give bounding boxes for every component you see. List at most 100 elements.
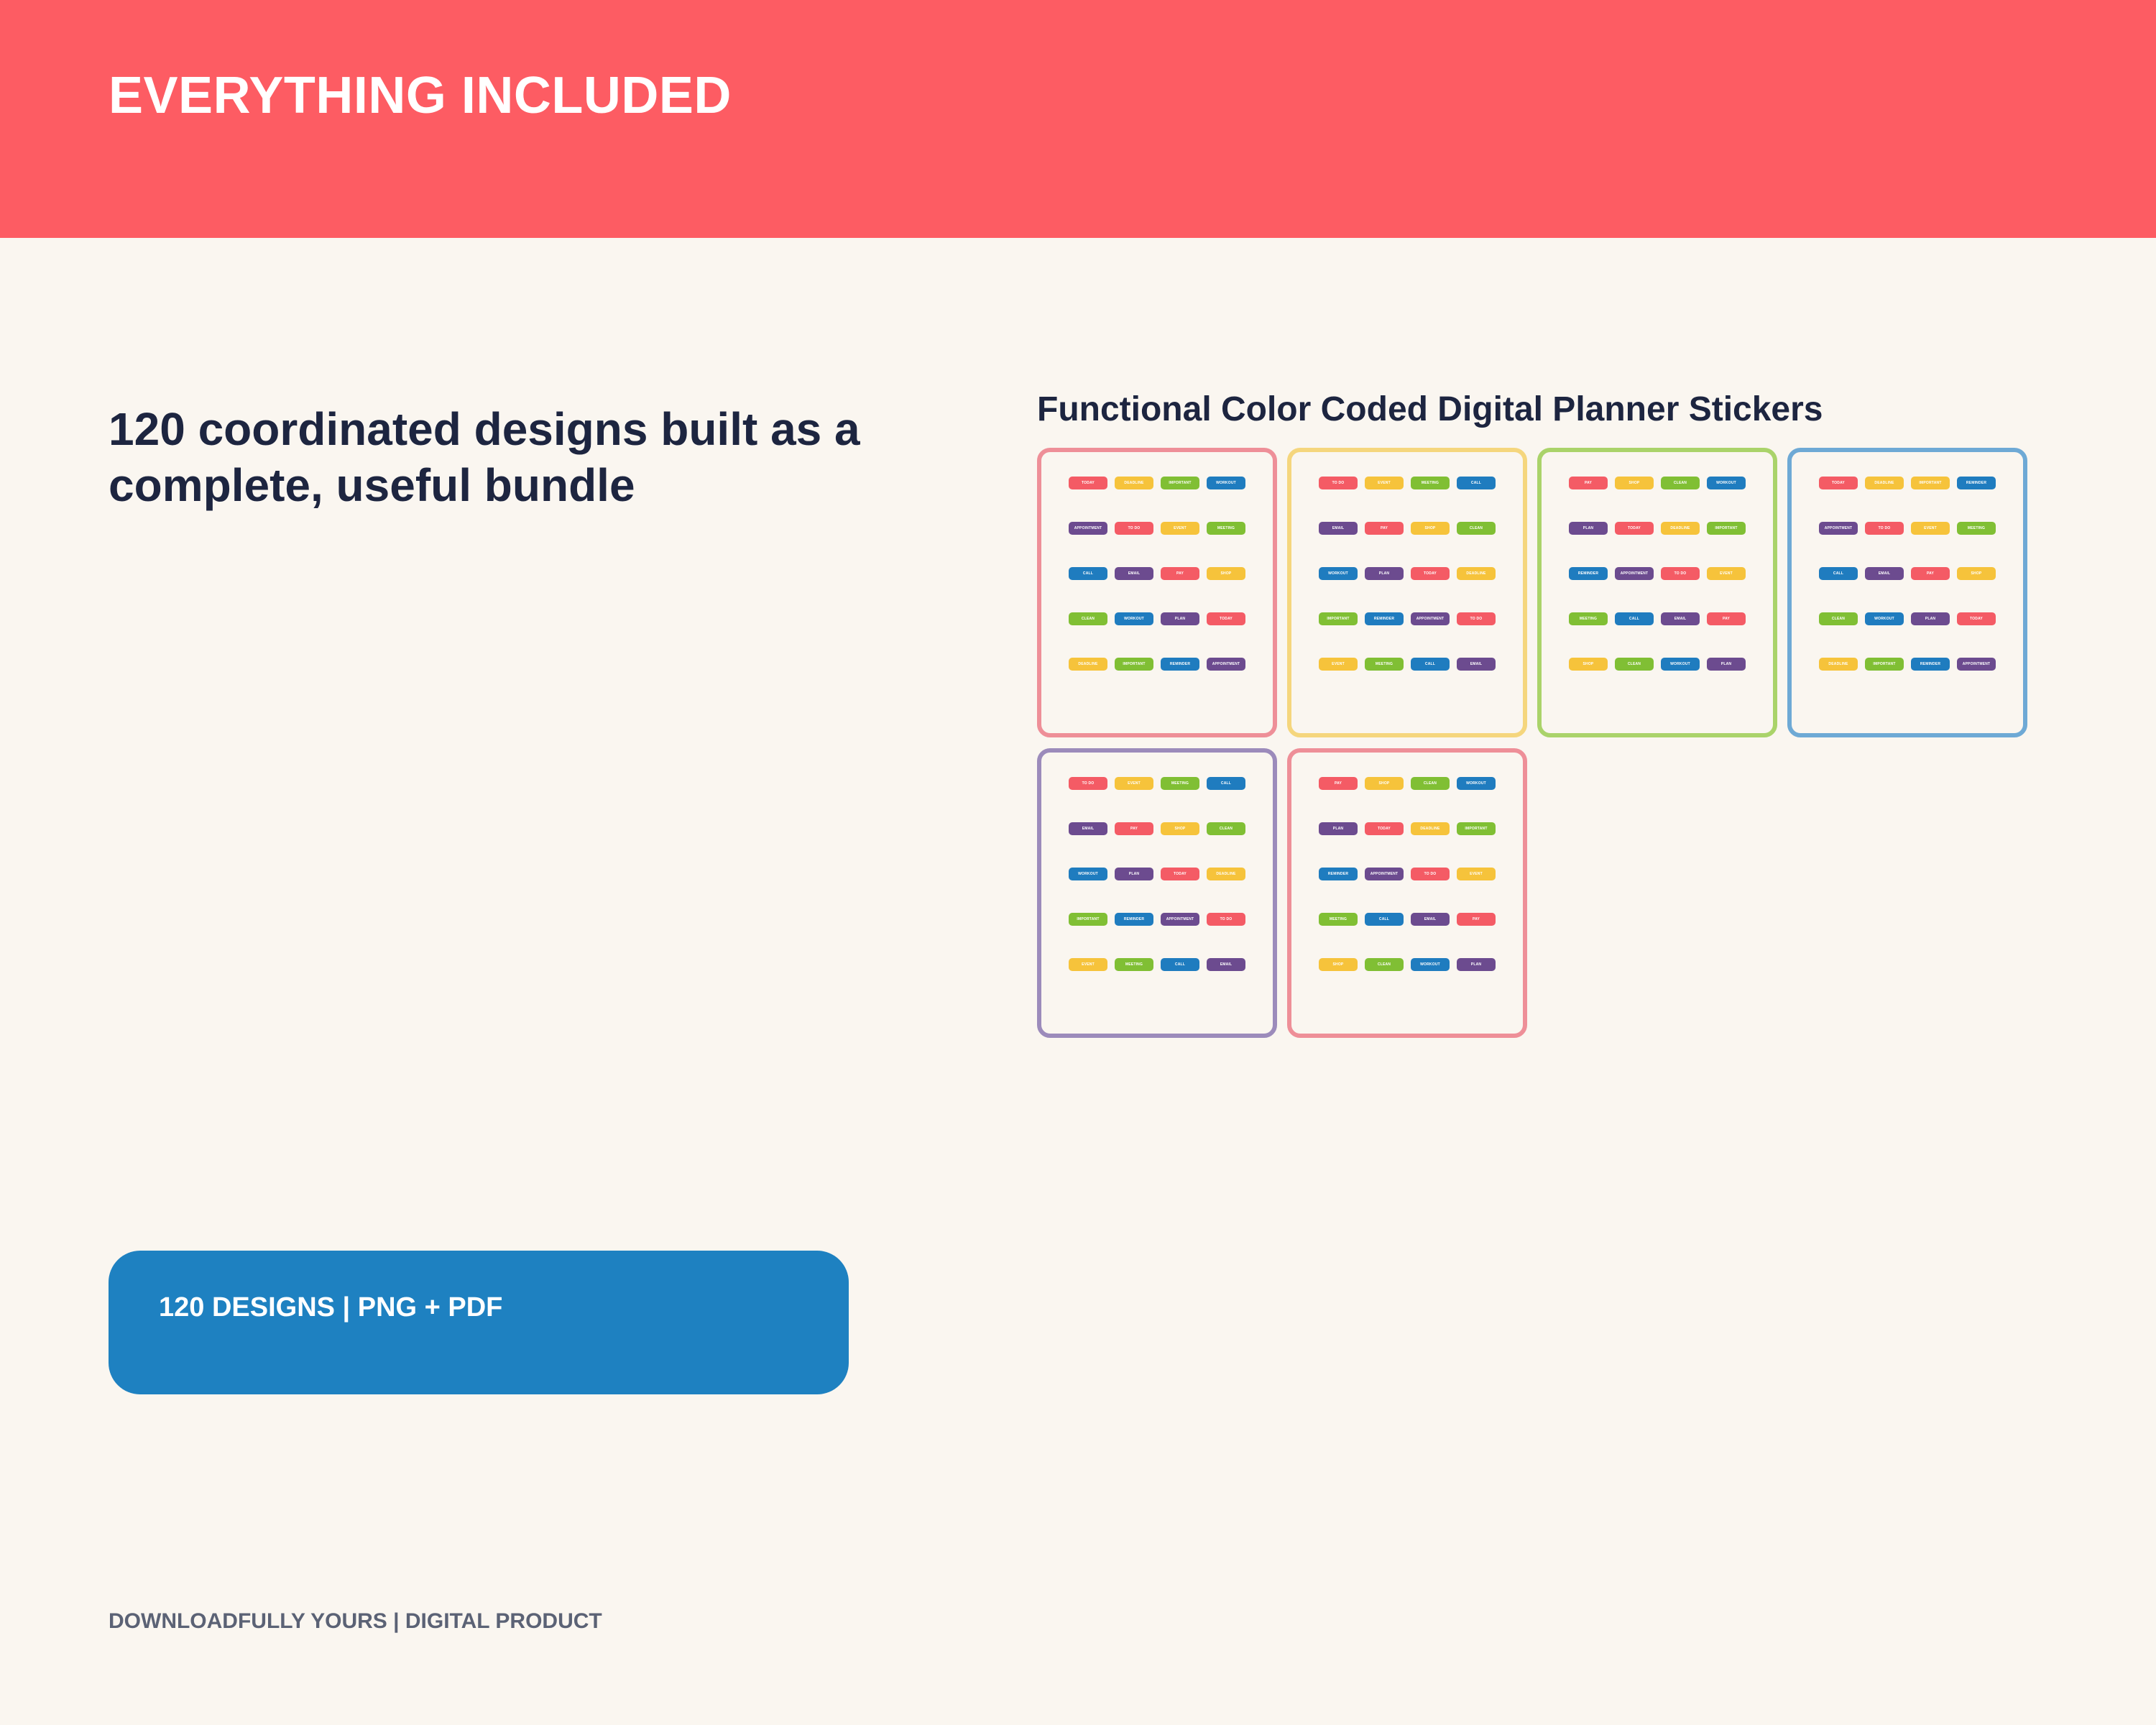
planner-sticker: TO DO xyxy=(1865,522,1904,535)
planner-sticker: DEADLINE xyxy=(1661,522,1700,535)
planner-sticker: APPOINTMENT xyxy=(1819,522,1858,535)
format-badge: 120 DESIGNS | PNG + PDF xyxy=(109,1251,849,1394)
planner-sticker: DEADLINE xyxy=(1207,868,1245,880)
planner-sticker: REMINDER xyxy=(1161,658,1199,671)
planner-sticker: REMINDER xyxy=(1319,868,1358,880)
planner-sticker: CLEAN xyxy=(1365,958,1404,971)
planner-sticker: IMPORTANT xyxy=(1911,477,1950,489)
planner-sticker: EMAIL xyxy=(1661,612,1700,625)
planner-sticker: CALL xyxy=(1161,958,1199,971)
planner-sticker: APPOINTMENT xyxy=(1411,612,1450,625)
planner-sticker: TO DO xyxy=(1661,567,1700,580)
sticker-sheet: TO DO EVENT MEETING CALL EMAIL PAY SHOP CLEAN WO… xyxy=(1037,748,1277,1038)
planner-sticker: EMAIL xyxy=(1457,658,1496,671)
planner-sticker: WORKOUT xyxy=(1207,477,1245,489)
planner-sticker: EMAIL xyxy=(1069,822,1107,835)
planner-sticker: EVENT xyxy=(1911,522,1950,535)
planner-sticker: CLEAN xyxy=(1069,612,1107,625)
planner-sticker: WORKOUT xyxy=(1115,612,1153,625)
planner-sticker: MEETING xyxy=(1365,658,1404,671)
planner-sticker: PAY xyxy=(1115,822,1153,835)
planner-sticker: EMAIL xyxy=(1411,913,1450,926)
planner-sticker: IMPORTANT xyxy=(1865,658,1904,671)
planner-sticker: MEETING xyxy=(1569,612,1608,625)
page-title: EVERYTHING INCLUDED xyxy=(109,67,732,124)
planner-sticker: TODAY xyxy=(1615,522,1654,535)
planner-sticker: EMAIL xyxy=(1319,522,1358,535)
planner-sticker: IMPORTANT xyxy=(1115,658,1153,671)
planner-sticker: APPOINTMENT xyxy=(1615,567,1654,580)
planner-sticker: TODAY xyxy=(1365,822,1404,835)
planner-sticker: CLEAN xyxy=(1615,658,1654,671)
planner-sticker: PAY xyxy=(1569,477,1608,489)
planner-sticker: CALL xyxy=(1615,612,1654,625)
planner-sticker: APPOINTMENT xyxy=(1365,868,1404,880)
planner-sticker: APPOINTMENT xyxy=(1069,522,1107,535)
planner-sticker: IMPORTANT xyxy=(1069,913,1107,926)
planner-sticker: MEETING xyxy=(1161,777,1199,790)
planner-sticker: REMINDER xyxy=(1365,612,1404,625)
planner-sticker: EVENT xyxy=(1365,477,1404,489)
planner-sticker: PLAN xyxy=(1457,958,1496,971)
planner-sticker: CLEAN xyxy=(1207,822,1245,835)
planner-sticker: CALL xyxy=(1411,658,1450,671)
planner-sticker: EVENT xyxy=(1115,777,1153,790)
planner-sticker: CLEAN xyxy=(1457,522,1496,535)
planner-sticker: TO DO xyxy=(1115,522,1153,535)
planner-sticker: EMAIL xyxy=(1207,958,1245,971)
planner-sticker: REMINDER xyxy=(1911,658,1950,671)
planner-sticker: TODAY xyxy=(1957,612,1996,625)
planner-sticker: TODAY xyxy=(1207,612,1245,625)
planner-sticker: WORKOUT xyxy=(1457,777,1496,790)
planner-sticker: TODAY xyxy=(1819,477,1858,489)
planner-sticker: SHOP xyxy=(1161,822,1199,835)
planner-sticker: SHOP xyxy=(1319,958,1358,971)
planner-sticker: PLAN xyxy=(1569,522,1608,535)
planner-sticker: TO DO xyxy=(1069,777,1107,790)
planner-sticker: IMPORTANT xyxy=(1161,477,1199,489)
planner-sticker: TO DO xyxy=(1207,913,1245,926)
planner-sticker: DEADLINE xyxy=(1865,477,1904,489)
planner-sticker: TO DO xyxy=(1411,868,1450,880)
header-banner: EVERYTHING INCLUDED xyxy=(0,0,2156,238)
sticker-sheet: TO DO EVENT MEETING CALL EMAIL PAY SHOP CLEAN WO… xyxy=(1287,448,1527,737)
planner-sticker: PAY xyxy=(1319,777,1358,790)
planner-sticker: REMINDER xyxy=(1957,477,1996,489)
planner-sticker: PLAN xyxy=(1115,868,1153,880)
planner-sticker: CLEAN xyxy=(1411,777,1450,790)
planner-sticker: CALL xyxy=(1457,477,1496,489)
planner-sticker: WORKOUT xyxy=(1319,567,1358,580)
planner-sticker: PLAN xyxy=(1319,822,1358,835)
planner-sticker: DEADLINE xyxy=(1411,822,1450,835)
showcase-title: Functional Color Coded Digital Planner S… xyxy=(1037,390,1823,428)
planner-sticker: PAY xyxy=(1911,567,1950,580)
sticker-sheet: TODAY DEADLINE IMPORTANT REMINDER APPOINTMEN… xyxy=(1787,448,2027,737)
planner-sticker: SHOP xyxy=(1569,658,1608,671)
planner-sticker: CLEAN xyxy=(1819,612,1858,625)
format-badge-label: 120 DESIGNS | PNG + PDF xyxy=(159,1292,503,1322)
sticker-sheet: TODAY DEADLINE IMPORTANT WORKOUT APPOINTMENT… xyxy=(1037,448,1277,737)
planner-sticker: TO DO xyxy=(1457,612,1496,625)
planner-sticker: MEETING xyxy=(1319,913,1358,926)
planner-sticker: APPOINTMENT xyxy=(1161,913,1199,926)
planner-sticker: TODAY xyxy=(1161,868,1199,880)
planner-sticker: EVENT xyxy=(1161,522,1199,535)
planner-sticker: WORKOUT xyxy=(1661,658,1700,671)
planner-sticker: WORKOUT xyxy=(1069,868,1107,880)
planner-sticker: CALL xyxy=(1207,777,1245,790)
planner-sticker: IMPORTANT xyxy=(1319,612,1358,625)
sticker-sheet: PAY SHOP CLEAN WORKOUT PLAN TODAY DEADLINE IMPO… xyxy=(1287,748,1527,1038)
sticker-sheet-grid: TODAY DEADLINE IMPORTANT WORKOUT APPOINTMENT… xyxy=(1037,448,2029,1038)
footer-brand-text: DOWNLOADFULLY YOURS | DIGITAL PRODUCT xyxy=(109,1609,602,1633)
planner-sticker: EVENT xyxy=(1069,958,1107,971)
planner-sticker: MEETING xyxy=(1115,958,1153,971)
sticker-sheet: PAY SHOP CLEAN WORKOUT PLAN TODAY DEADLINE IMPO… xyxy=(1537,448,1777,737)
planner-sticker: TO DO xyxy=(1319,477,1358,489)
planner-sticker: WORKOUT xyxy=(1707,477,1746,489)
planner-sticker: PLAN xyxy=(1161,612,1199,625)
planner-sticker: APPOINTMENT xyxy=(1957,658,1996,671)
planner-sticker: IMPORTANT xyxy=(1457,822,1496,835)
planner-sticker: CALL xyxy=(1365,913,1404,926)
planner-sticker: SHOP xyxy=(1957,567,1996,580)
planner-sticker: PAY xyxy=(1365,522,1404,535)
